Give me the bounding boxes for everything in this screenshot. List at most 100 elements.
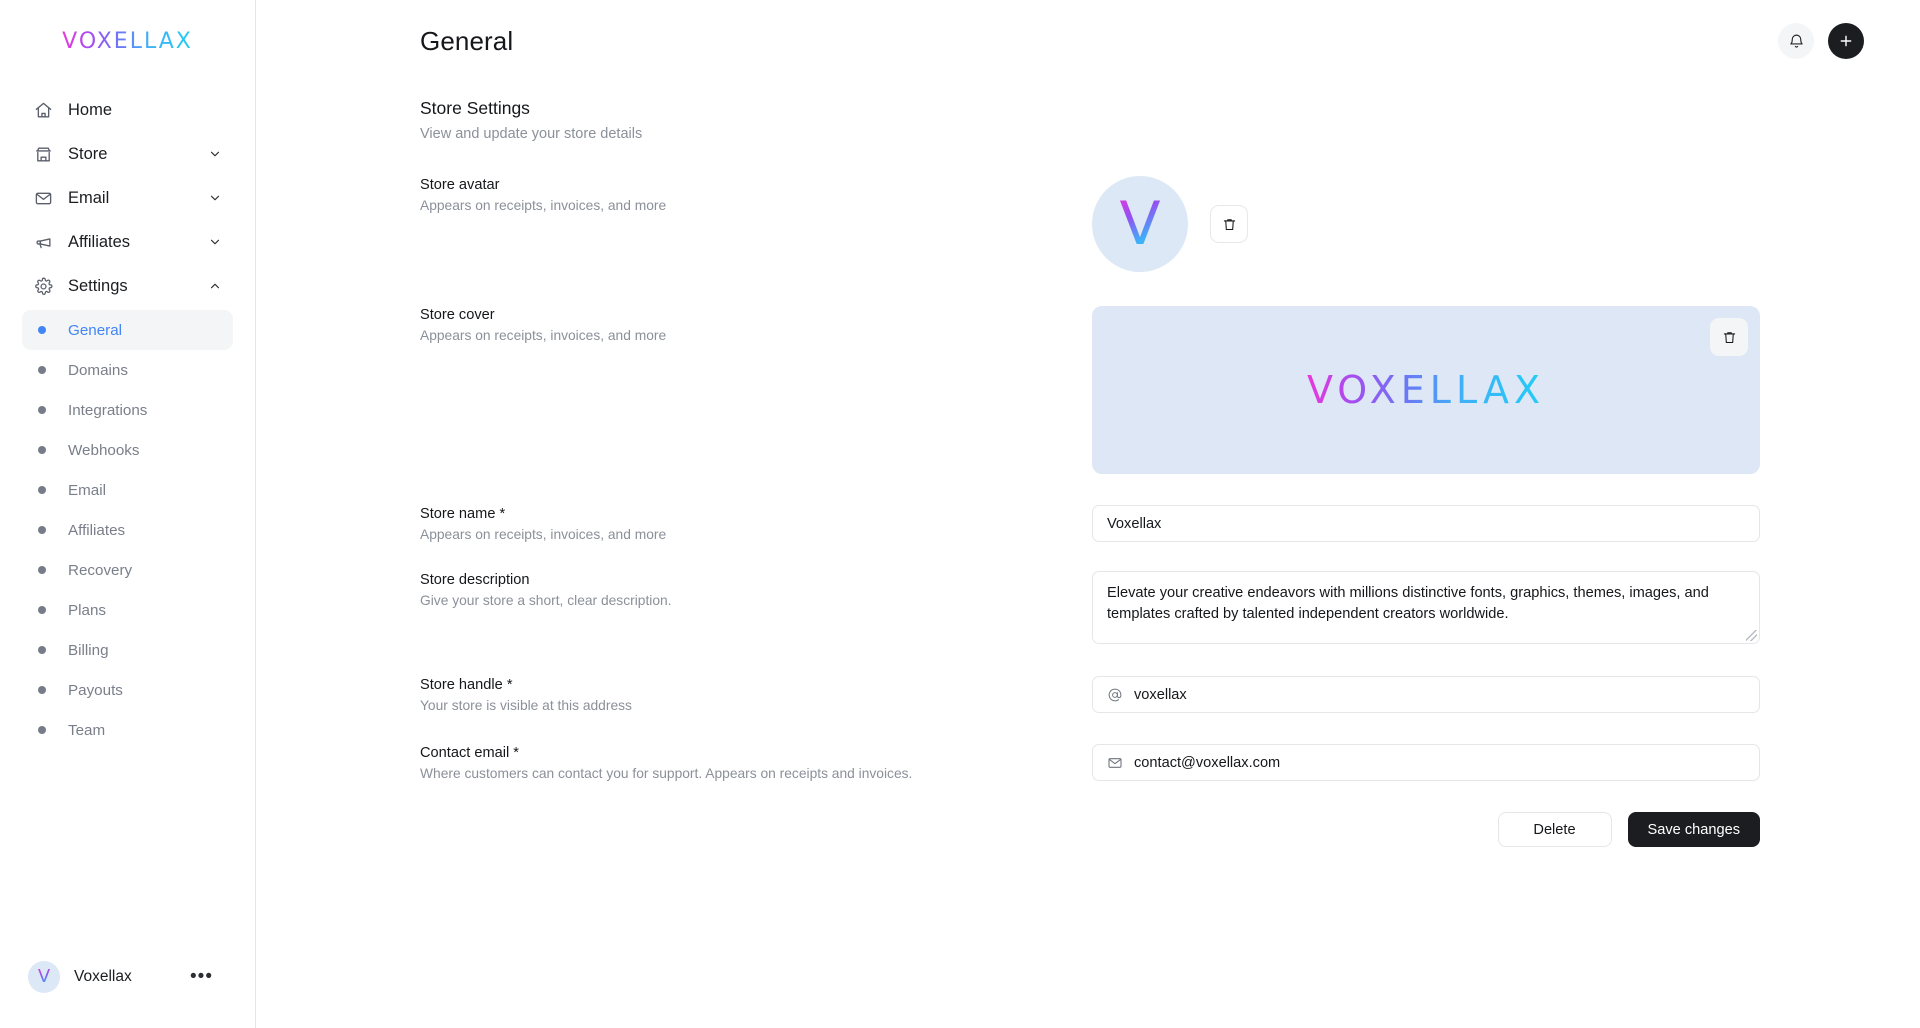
chevron-down-icon[interactable] [207,146,223,162]
field-label: Store cover [420,307,495,323]
storefront-icon [32,143,54,165]
bell-icon [1788,33,1805,50]
store-handle-input[interactable]: voxellax [1092,676,1760,713]
notifications-button[interactable] [1778,23,1814,59]
sidebar-subitem-label: Webhooks [68,441,140,459]
account-name: Voxellax [74,968,132,985]
sidebar-item-label: Store [68,144,108,163]
sidebar-subitem-label: Integrations [68,401,148,419]
section-subtitle: View and update your store details [420,126,643,142]
sidebar-item-affiliates-settings[interactable]: Affiliates [22,510,233,550]
sidebar-item-integrations[interactable]: Integrations [22,390,233,430]
store-cover-text: VOXELLAX [1306,368,1546,412]
field-hint: Your store is visible at this address [420,698,632,713]
sidebar-subitem-label: Payouts [68,681,123,699]
field-hint: Appears on receipts, invoices, and more [420,527,667,542]
store-name-value: Voxellax [1107,515,1162,532]
envelope-icon [1107,755,1123,771]
brand-logo: VOXELLAX [62,28,193,54]
store-name-input[interactable]: Voxellax [1092,505,1760,542]
store-description-textarea[interactable]: Elevate your creative endeavors with mil… [1092,571,1760,644]
sidebar-subitem-label: General [68,321,123,339]
delete-button[interactable]: Delete [1497,812,1612,847]
page-title: General [420,25,514,56]
store-avatar-row: V [1092,176,1760,272]
field-row-store-name: Store name * Appears on receipts, invoic… [420,505,1864,542]
topbar: General [256,0,1920,82]
store-handle-value: voxellax [1134,686,1187,703]
field-label: Store handle * [420,677,513,693]
sidebar-item-store[interactable]: Store [22,132,233,176]
section-title: Store Settings [420,98,530,118]
sidebar-item-general[interactable]: General [22,310,233,350]
bullet-icon [38,526,46,534]
bullet-icon [38,726,46,734]
sidebar-subitem-label: Domains [68,361,128,379]
sidebar-item-recovery[interactable]: Recovery [22,550,233,590]
field-row-contact-email: Contact email * Where customers can cont… [420,744,1864,781]
field-hint: Appears on receipts, invoices, and more [420,198,667,213]
bullet-icon [38,486,46,494]
topbar-actions [1778,23,1864,59]
plus-icon [1838,33,1854,49]
store-cover-image[interactable]: VOXELLAX [1092,306,1760,474]
sidebar-item-team[interactable]: Team [22,710,233,750]
sidebar-item-email-settings[interactable]: Email [22,470,233,510]
bullet-icon [38,366,46,374]
resize-grip-icon[interactable] [1746,630,1757,641]
field-label-group: Store name * Appears on receipts, invoic… [420,505,1092,542]
add-button[interactable] [1828,23,1864,59]
account-switcher[interactable]: V Voxellax ••• [28,961,227,993]
save-changes-button[interactable]: Save changes [1627,812,1760,847]
sidebar-item-webhooks[interactable]: Webhooks [22,430,233,470]
section-header: Store Settings View and update your stor… [420,98,1864,142]
bullet-icon [38,446,46,454]
sidebar-item-email[interactable]: Email [22,176,233,220]
store-avatar[interactable]: V [1092,176,1188,272]
field-control: contact@voxellax.com [1092,744,1760,781]
at-sign-icon [1107,687,1123,703]
sidebar-item-payouts[interactable]: Payouts [22,670,233,710]
sidebar-subitem-label: Recovery [68,561,133,579]
sidebar-item-affiliates[interactable]: Affiliates [22,220,233,264]
field-label-group: Store description Give your store a shor… [420,571,1092,608]
main-content: General Store Settings View and update y… [256,0,1920,1028]
field-label-group: Store avatar Appears on receipts, invoic… [420,176,1092,213]
sidebar-item-billing[interactable]: Billing [22,630,233,670]
sidebar-item-plans[interactable]: Plans [22,590,233,630]
field-control: VOXELLAX [1092,306,1760,474]
delete-cover-button[interactable] [1710,318,1748,356]
bullet-icon [38,606,46,614]
gear-icon [32,275,54,297]
sidebar-subitem-label: Affiliates [68,521,126,539]
field-row-store-avatar: Store avatar Appears on receipts, invoic… [420,176,1864,272]
sidebar: VOXELLAX Home Store Email Affiliates Set… [0,0,256,1028]
store-description-value: Elevate your creative endeavors with mil… [1107,585,1709,622]
field-label-group: Contact email * Where customers can cont… [420,744,1092,781]
contact-email-input[interactable]: contact@voxellax.com [1092,744,1760,781]
brand-logo-wrap[interactable]: VOXELLAX [0,0,255,82]
megaphone-icon [32,231,54,253]
sidebar-item-label: Affiliates [68,232,131,251]
trash-icon [1222,217,1237,232]
delete-avatar-button[interactable] [1210,205,1248,243]
field-control: Elevate your creative endeavors with mil… [1092,571,1760,644]
chevron-down-icon[interactable] [207,234,223,250]
sidebar-item-home[interactable]: Home [22,88,233,132]
bullet-icon [38,686,46,694]
field-hint: Appears on receipts, invoices, and more [420,328,667,343]
trash-icon [1722,330,1737,345]
contact-email-value: contact@voxellax.com [1134,754,1281,771]
more-options-icon[interactable]: ••• [190,968,227,986]
field-row-store-handle: Store handle * Your store is visible at … [420,676,1864,713]
sidebar-subitem-label: Email [68,481,106,499]
settings-content: Store Settings View and update your stor… [256,82,1920,847]
sidebar-item-label: Home [68,100,113,119]
field-hint: Give your store a short, clear descripti… [420,593,672,608]
sidebar-item-domains[interactable]: Domains [22,350,233,390]
field-label: Store avatar [420,177,500,193]
sidebar-item-settings[interactable]: Settings [22,264,233,308]
envelope-icon [32,187,54,209]
chevron-down-icon[interactable] [207,190,223,206]
chevron-up-icon[interactable] [207,278,223,294]
